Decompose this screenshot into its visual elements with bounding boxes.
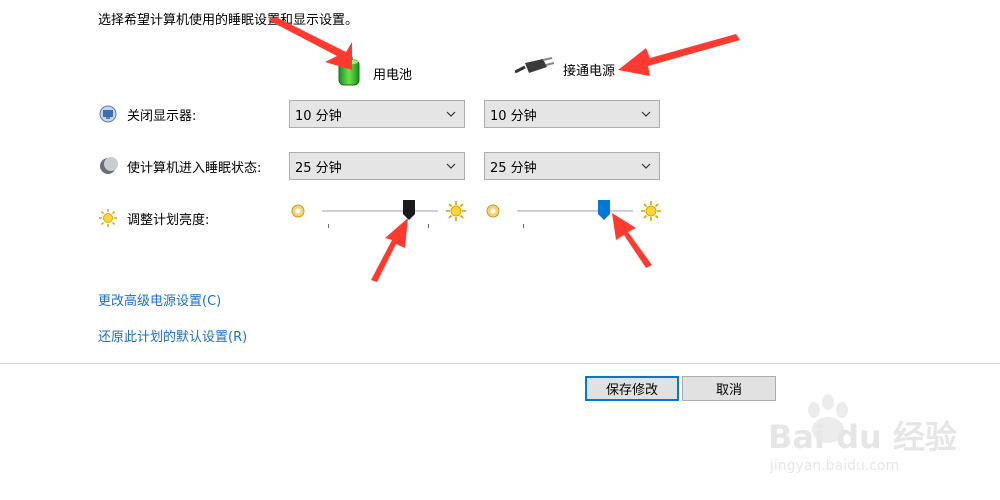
slider-track xyxy=(322,210,438,212)
slider-thumb[interactable] xyxy=(402,199,416,221)
slider-tick xyxy=(328,224,329,228)
brightness-plugged-slider[interactable] xyxy=(485,197,665,237)
cancel-button[interactable]: 取消 xyxy=(682,376,776,401)
column-label-plugged: 接通电源 xyxy=(563,63,616,79)
row-sleep: 使计算机进入睡眠状态: xyxy=(98,156,261,176)
brightness-label: 调整计划亮度: xyxy=(127,212,210,228)
chevron-down-icon xyxy=(641,163,651,169)
slider-tick xyxy=(428,224,429,228)
advanced-power-settings-link[interactable]: 更改高级电源设置(C) xyxy=(98,290,221,309)
display-off-battery-select[interactable]: 10 分钟 xyxy=(289,100,465,128)
slider-thumb[interactable] xyxy=(597,199,611,221)
row-brightness: 调整计划亮度: xyxy=(98,208,209,228)
watermark-url: jingyan.baidu.com xyxy=(770,458,900,474)
sleep-battery-select[interactable]: 25 分钟 xyxy=(289,152,465,180)
moon-icon xyxy=(98,156,118,176)
display-off-battery-value: 10 分钟 xyxy=(295,108,342,124)
bright-sun-icon xyxy=(446,201,466,221)
chevron-down-icon xyxy=(446,111,456,117)
page-instruction: 选择希望计算机使用的睡眠设置和显示设置。 xyxy=(98,13,359,28)
row-display-off: 关闭显示器: xyxy=(98,104,196,124)
brightness-battery-slider[interactable] xyxy=(290,197,470,237)
save-changes-button[interactable]: 保存修改 xyxy=(585,376,679,401)
dim-sun-icon xyxy=(486,204,500,218)
slider-track xyxy=(517,210,633,212)
sun-icon xyxy=(98,208,118,228)
dim-sun-icon xyxy=(291,204,305,218)
watermark-brand: Bai du 经验 xyxy=(768,418,957,456)
restore-defaults-link[interactable]: 还原此计划的默认设置(R) xyxy=(98,326,247,345)
display-off-plugged-select[interactable]: 10 分钟 xyxy=(484,100,660,128)
column-header-plugged: 接通电源 xyxy=(514,55,616,83)
chevron-down-icon xyxy=(446,163,456,169)
slider-tick xyxy=(523,224,524,228)
column-header-battery: 用电池 xyxy=(333,55,412,91)
column-label-battery: 用电池 xyxy=(373,67,413,83)
bright-sun-icon xyxy=(641,201,661,221)
display-off-plugged-value: 10 分钟 xyxy=(490,108,537,124)
sleep-battery-value: 25 分钟 xyxy=(295,160,342,176)
slider-tick xyxy=(623,224,624,228)
sleep-plugged-value: 25 分钟 xyxy=(490,160,537,176)
sleep-label: 使计算机进入睡眠状态: xyxy=(127,160,262,176)
monitor-icon xyxy=(98,104,118,124)
footer-divider xyxy=(0,363,1000,364)
chevron-down-icon xyxy=(641,111,651,117)
battery-icon xyxy=(333,55,365,91)
annotation-arrow xyxy=(618,34,740,76)
power-plug-icon xyxy=(514,55,555,83)
display-off-label: 关闭显示器: xyxy=(127,108,197,124)
sleep-plugged-select[interactable]: 25 分钟 xyxy=(484,152,660,180)
